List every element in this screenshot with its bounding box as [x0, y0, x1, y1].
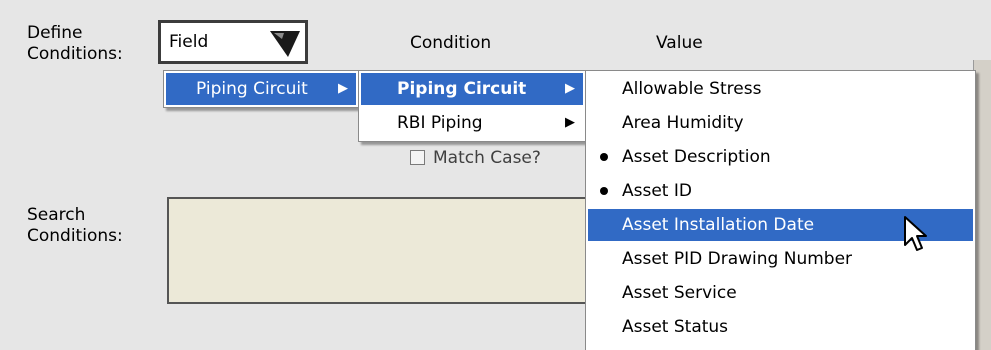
- menu-item-label: Asset Description: [622, 147, 771, 167]
- dropdown-arrow-icon: [270, 31, 300, 57]
- menu-item-rbi-piping[interactable]: RBI Piping ▶: [361, 107, 583, 139]
- search-conditions-box[interactable]: [167, 197, 597, 304]
- field-dropdown-value: Field: [169, 32, 209, 52]
- submenu-arrow-icon: ▶: [565, 81, 575, 96]
- condition-header: Condition: [410, 33, 492, 53]
- menu-item-piping-circuit-sub[interactable]: Piping Circuit ▶: [361, 73, 583, 105]
- field-dropdown[interactable]: Field: [158, 20, 308, 64]
- piping-circuit-submenu: Piping Circuit ▶ RBI Piping ▶: [358, 70, 586, 142]
- menu-item-asset-description[interactable]: Asset Description: [586, 141, 975, 173]
- menu-item-label: RBI Piping: [397, 113, 483, 133]
- field-list-submenu: Allowable Stress Area Humidity Asset Des…: [585, 70, 976, 350]
- mouse-pointer-icon: [904, 216, 927, 251]
- menu-item-area-humidity[interactable]: Area Humidity: [586, 107, 975, 139]
- menu-item-label: Allowable Stress: [622, 79, 762, 99]
- menu-item-asset-id[interactable]: Asset ID: [586, 175, 975, 207]
- menu-item-label: Piping Circuit: [397, 79, 527, 99]
- menu-item-label: Asset Service: [622, 283, 737, 303]
- value-header: Value: [656, 33, 703, 53]
- menu-item-piping-circuit[interactable]: Piping Circuit ▶: [166, 73, 356, 105]
- submenu-arrow-icon: ▶: [338, 81, 348, 96]
- search-conditions-label: Search Conditions:: [27, 205, 123, 247]
- bullet-icon: [600, 187, 608, 195]
- menu-item-label: Asset Installation Date: [622, 215, 815, 235]
- menu-item-label: Asset ID: [622, 181, 692, 201]
- menu-item-allowable-stress[interactable]: Allowable Stress: [586, 73, 975, 105]
- field-menu: Piping Circuit ▶: [163, 70, 359, 108]
- menu-item-label: Piping Circuit: [196, 79, 308, 99]
- define-conditions-label: Define Conditions:: [27, 23, 123, 65]
- menu-item-label: Asset PID Drawing Number: [622, 249, 853, 269]
- define-label-line2: Conditions:: [27, 44, 123, 64]
- menu-item-label: Asset Status: [622, 317, 729, 337]
- menu-item-label: Area Humidity: [622, 113, 744, 133]
- search-label-line2: Conditions:: [27, 226, 123, 246]
- bullet-icon: [600, 153, 608, 161]
- match-case-checkbox[interactable]: [410, 150, 425, 165]
- search-label-line1: Search: [27, 205, 86, 225]
- menu-item-asset-service[interactable]: Asset Service: [586, 277, 975, 309]
- menu-item-asset-status[interactable]: Asset Status: [586, 311, 975, 343]
- define-label-line1: Define: [27, 23, 83, 43]
- submenu-arrow-icon: ▶: [565, 115, 575, 130]
- match-case-label: Match Case?: [433, 148, 541, 168]
